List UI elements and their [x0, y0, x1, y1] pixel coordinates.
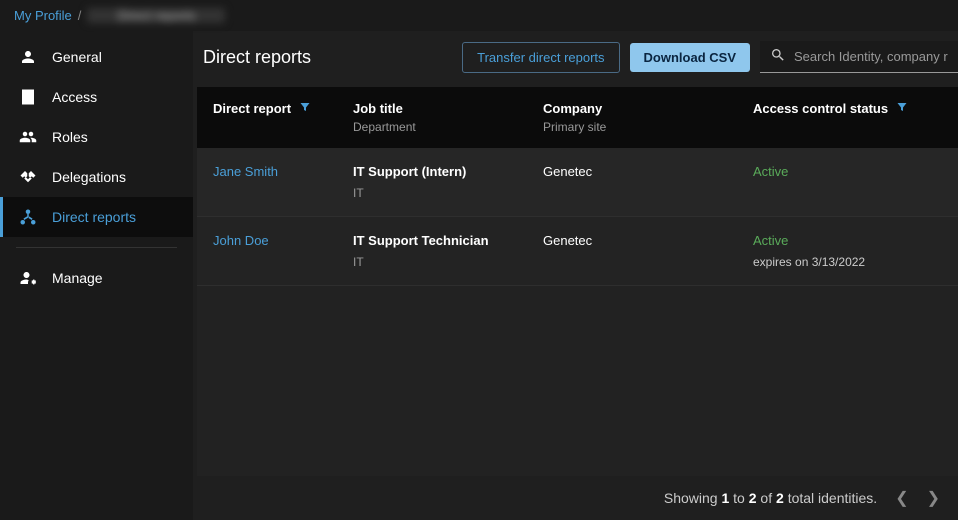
sidebar-item-manage[interactable]: Manage: [0, 258, 193, 298]
sidebar: General Access Roles Delegations Direct …: [0, 31, 193, 520]
table-row[interactable]: Jane Smith IT Support (Intern) IT Genete…: [197, 148, 958, 217]
sidebar-item-access[interactable]: Access: [0, 77, 193, 117]
department: IT: [353, 186, 543, 200]
column-header-access-status[interactable]: Access control status: [753, 101, 888, 116]
handshake-icon: [18, 167, 38, 187]
next-page-button[interactable]: ❯: [927, 488, 940, 508]
hierarchy-icon: [18, 207, 38, 227]
breadcrumb-current: Direct reports: [87, 8, 225, 23]
download-csv-button[interactable]: Download CSV: [630, 43, 750, 72]
company: Genetec: [543, 233, 753, 248]
column-header-company[interactable]: Company: [543, 101, 602, 116]
job-title: IT Support (Intern): [353, 164, 543, 179]
sidebar-item-general[interactable]: General: [0, 37, 193, 77]
filter-icon[interactable]: [896, 101, 908, 116]
table-header: Direct report Job title Department Compa…: [197, 87, 958, 148]
status-badge: Active: [753, 233, 942, 248]
breadcrumb-root[interactable]: My Profile: [14, 8, 72, 23]
job-title: IT Support Technician: [353, 233, 543, 248]
column-header-job-title[interactable]: Job title: [353, 101, 403, 116]
report-name-link[interactable]: Jane Smith: [213, 164, 353, 179]
breadcrumb: My Profile / Direct reports: [0, 0, 958, 31]
page-title: Direct reports: [197, 47, 452, 68]
sidebar-item-label: Delegations: [52, 169, 126, 185]
person-icon: [18, 47, 38, 67]
table-footer: Showing 1 to 2 of 2 total identities. ❮ …: [193, 476, 958, 520]
sidebar-item-label: Direct reports: [52, 209, 136, 225]
direct-reports-table: Direct report Job title Department Compa…: [197, 87, 958, 476]
sidebar-item-direct-reports[interactable]: Direct reports: [0, 197, 193, 237]
column-subheader-department: Department: [353, 120, 543, 134]
sidebar-item-roles[interactable]: Roles: [0, 117, 193, 157]
building-icon: [18, 87, 38, 107]
sidebar-item-delegations[interactable]: Delegations: [0, 157, 193, 197]
status-badge: Active: [753, 164, 942, 179]
search-input[interactable]: [794, 49, 948, 64]
sidebar-item-label: Access: [52, 89, 97, 105]
breadcrumb-separator: /: [78, 8, 82, 23]
column-header-direct-report[interactable]: Direct report: [213, 101, 291, 116]
sidebar-divider: [16, 247, 177, 248]
sidebar-item-label: Roles: [52, 129, 88, 145]
filter-icon[interactable]: [299, 101, 311, 116]
column-subheader-primary-site: Primary site: [543, 120, 753, 134]
person-gear-icon: [18, 268, 38, 288]
sidebar-item-label: Manage: [52, 270, 103, 286]
table-row[interactable]: John Doe IT Support Technician IT Genete…: [197, 217, 958, 286]
status-expiry: expires on 3/13/2022: [753, 255, 942, 269]
search-field[interactable]: [760, 41, 958, 73]
group-icon: [18, 127, 38, 147]
topbar: Direct reports Transfer direct reports D…: [193, 31, 958, 87]
company: Genetec: [543, 164, 753, 179]
transfer-direct-reports-button[interactable]: Transfer direct reports: [462, 42, 619, 73]
search-icon: [770, 47, 786, 66]
prev-page-button[interactable]: ❮: [895, 488, 908, 508]
department: IT: [353, 255, 543, 269]
pagination-summary: Showing 1 to 2 of 2 total identities.: [664, 490, 877, 506]
report-name-link[interactable]: John Doe: [213, 233, 353, 248]
sidebar-item-label: General: [52, 49, 102, 65]
